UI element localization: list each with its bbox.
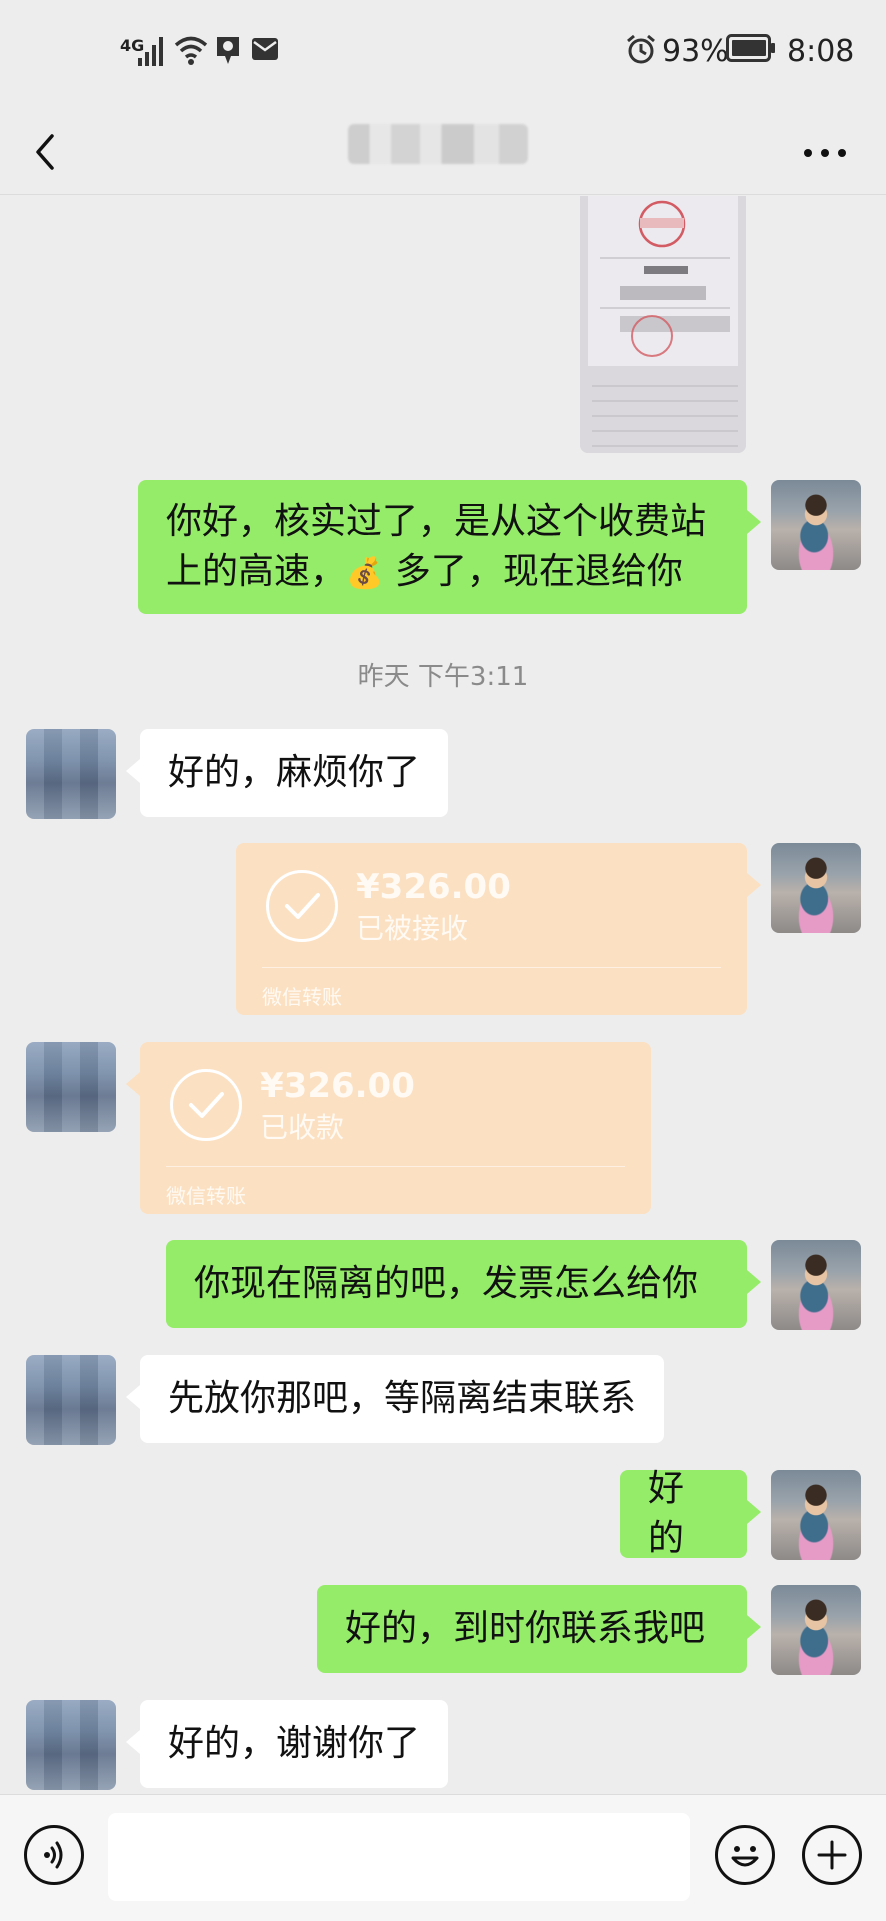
battery-icon xyxy=(726,34,775,62)
contact-avatar[interactable] xyxy=(26,1700,116,1790)
check-circle-icon xyxy=(266,870,338,942)
wifi-icon xyxy=(174,36,208,65)
message-text: 好的，麻烦你了 xyxy=(168,752,421,793)
time-divider: 昨天 下午3:11 xyxy=(357,662,529,692)
transfer-status: 已被接收 xyxy=(356,912,469,945)
contact-avatar[interactable] xyxy=(26,1042,116,1132)
receipt-photo xyxy=(580,196,746,453)
chat-header xyxy=(0,110,886,195)
divider xyxy=(166,1166,625,1167)
transfer-amount: ¥326.00 xyxy=(260,1066,415,1106)
status-bar: 4G 93% 8:08 xyxy=(0,0,886,110)
receipt-image-message[interactable] xyxy=(580,196,746,453)
contact-avatar[interactable] xyxy=(26,1355,116,1445)
more-horizontal-icon[interactable] xyxy=(800,138,850,168)
message-input[interactable] xyxy=(108,1813,690,1901)
voice-icon[interactable] xyxy=(24,1825,84,1885)
my-avatar[interactable] xyxy=(771,1470,861,1560)
message-text: 好的，到时你联系我吧 xyxy=(345,1608,706,1649)
my-avatar[interactable] xyxy=(771,1240,861,1330)
transfer-card-sent[interactable]: ¥326.00 已被接收 微信转账 xyxy=(236,843,761,1015)
contact-avatar[interactable] xyxy=(26,729,116,819)
my-message-bubble[interactable]: 好的，到时你联系我吧 xyxy=(317,1585,761,1673)
message-text: 你现在隔离的吧，发票怎么给你 xyxy=(194,1263,699,1304)
chevron-left-icon[interactable] xyxy=(30,122,70,182)
my-avatar[interactable] xyxy=(771,480,861,570)
message-text: 多了，现在退给你 xyxy=(383,551,683,592)
plus-icon[interactable] xyxy=(802,1825,862,1885)
my-avatar[interactable] xyxy=(771,1585,861,1675)
their-message-bubble[interactable]: 好的，谢谢你了 xyxy=(125,1700,449,1788)
their-message-bubble[interactable]: 先放你那吧，等隔离结束联系 xyxy=(125,1355,665,1443)
chat-title xyxy=(348,124,528,164)
signal-icon xyxy=(138,37,163,66)
transfer-label: 微信转账 xyxy=(166,1184,246,1208)
input-bar xyxy=(0,1794,886,1921)
transfer-card-received[interactable]: ¥326.00 已收款 微信转账 xyxy=(126,1042,651,1214)
check-circle-icon xyxy=(170,1069,242,1141)
message-text: 好的，谢谢你了 xyxy=(168,1723,421,1764)
transfer-amount: ¥326.00 xyxy=(356,867,511,907)
app-notification-icon xyxy=(217,37,239,64)
money-bag-emoji: 💰 xyxy=(346,556,384,591)
message-text-line: 上的高速，💰 多了，现在退给你 xyxy=(166,547,719,599)
their-message-bubble[interactable]: 好的，麻烦你了 xyxy=(125,729,449,817)
my-message-bubble[interactable]: 你好，核实过了，是从这个收费站 上的高速，💰 多了，现在退给你 xyxy=(138,480,761,614)
my-message-bubble[interactable]: 你现在隔离的吧，发票怎么给你 xyxy=(166,1240,761,1328)
battery-percent: 93% xyxy=(662,34,729,69)
message-text: 先放你那吧，等隔离结束联系 xyxy=(168,1378,637,1419)
alarm-icon xyxy=(627,34,655,64)
transfer-label: 微信转账 xyxy=(262,985,342,1009)
message-text: 好的 xyxy=(648,1468,685,1559)
message-text: 上的高速， xyxy=(166,551,347,592)
message-notification-icon xyxy=(252,38,278,60)
divider xyxy=(262,967,721,968)
clock: 8:08 xyxy=(787,34,855,69)
emoji-icon[interactable] xyxy=(715,1825,775,1885)
message-text-line: 你好，核实过了，是从这个收费站 xyxy=(166,501,707,542)
my-message-bubble[interactable]: 好的 xyxy=(620,1468,761,1559)
my-avatar[interactable] xyxy=(771,843,861,933)
transfer-status: 已收款 xyxy=(260,1111,345,1144)
